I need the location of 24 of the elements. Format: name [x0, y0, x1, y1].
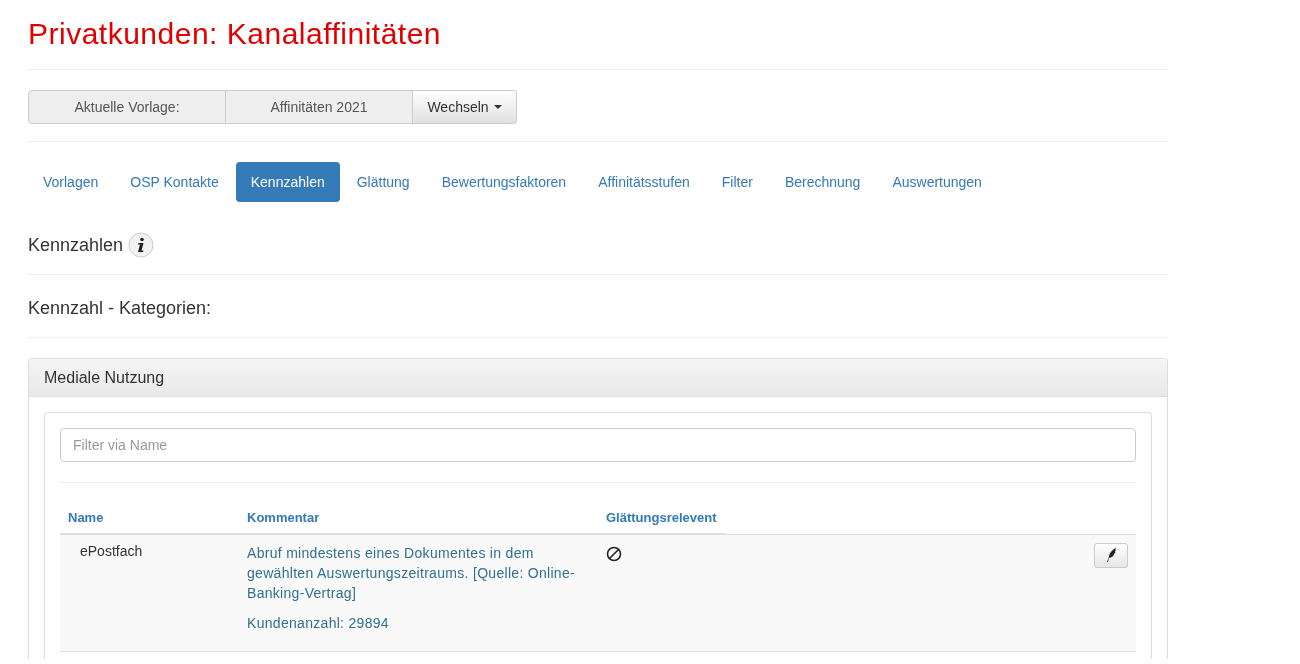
nav-tab[interactable]: Vorlagen [28, 162, 114, 202]
categories-heading: Kennzahl - Kategorien: [28, 297, 212, 319]
comment-text: Abruf mindestens eines Dokumentes in dem gewählten Auswertungszeitraums. [Quelle: Online-Banking-Vertrag] [247, 544, 576, 603]
switch-dropdown-button[interactable]: Wechseln [413, 90, 517, 124]
caret-icon [493, 105, 502, 109]
template-value: Affinitäten 2021 [226, 90, 413, 124]
name-cell: ePostfach [80, 543, 143, 559]
feather-icon [1105, 548, 1117, 562]
nav-tab[interactable]: Glättung [341, 162, 425, 202]
page-title: Privatkunden: Kanalaffinitäten [28, 16, 443, 52]
template-label: Aktuelle Vorlage: [28, 90, 226, 124]
edit-button[interactable] [1094, 542, 1128, 568]
nav-tab[interactable]: OSP Kontakte [115, 162, 234, 202]
nav-tab[interactable]: Filter [706, 162, 768, 202]
filter-field[interactable]: Filter via Name [60, 428, 1136, 462]
nav-tab[interactable]: Kennzahlen [235, 162, 340, 202]
section-heading: Kennzahlen [28, 234, 124, 256]
nav-tab[interactable]: Bewertungsfaktoren [426, 162, 582, 202]
nav-tab[interactable]: Auswertungen [877, 162, 997, 202]
nav-tab[interactable]: Affinitätsstufen [583, 162, 705, 202]
info-icon[interactable] [128, 232, 155, 258]
panel-title: Mediale Nutzung [44, 368, 165, 387]
nav-tab[interactable]: Berechnung [769, 162, 876, 202]
customer-count: Kundenanzahl: 29894 [247, 614, 390, 633]
